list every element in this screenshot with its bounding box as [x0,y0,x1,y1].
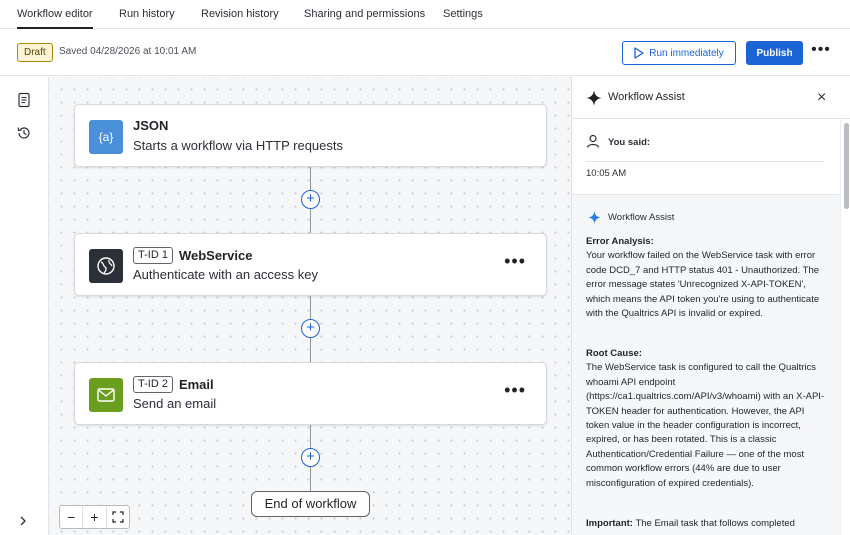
user-message: You said: [572,119,840,195]
editor-toolbar: Draft Saved 04/28/2026 at 10:01 AM Run i… [0,29,850,76]
node-subtitle: Starts a workflow via HTTP requests [133,138,343,153]
node-subtitle: Authenticate with an access key [133,267,318,282]
scrollbar-thumb[interactable] [844,123,849,209]
you-said-label: You said: [608,137,651,148]
run-immediately-button[interactable]: Run immediately [622,41,736,65]
left-sidebar [0,77,49,535]
add-step-button[interactable]: + [301,448,320,467]
zoom-out-button[interactable]: − [60,506,84,528]
node-title-row: T-ID 2 Email [133,376,214,393]
saved-timestamp: Saved 04/28/2026 at 10:01 AM [59,46,197,57]
tab-run-history[interactable]: Run history [119,0,175,29]
node-title-row: T-ID 1 WebService [133,247,252,264]
important-note: Important: The Email task that follows c… [586,517,828,531]
workflow-node-json[interactable]: {a} JSON Starts a workflow via HTTP requ… [74,104,547,167]
workflow-node-webservice[interactable]: T-ID 1 WebService Authenticate with an a… [74,233,547,296]
assist-label: Workflow Assist [608,212,675,223]
task-id-badge: T-ID 2 [133,376,173,393]
node-title: JSON [133,118,169,133]
globe-icon [89,249,123,283]
end-of-workflow-label: End of workflow [251,491,370,517]
document-icon[interactable] [16,92,32,108]
status-badge: Draft [17,43,53,62]
zoom-in-button[interactable]: + [83,506,107,528]
sparkle-icon [586,90,602,106]
error-analysis-text: Your workflow failed on the WebService t… [586,250,820,320]
chevron-right-icon[interactable] [17,515,29,527]
user-icon [586,134,600,148]
node-more-icon[interactable]: ••• [504,381,526,399]
node-subtitle: Send an email [133,396,217,411]
error-analysis: Error Analysis: Your workflow failed on … [586,235,828,321]
top-tab-bar: Workflow editor Run history Revision his… [0,0,850,29]
important-text: The Email task that follows completed [635,518,795,529]
close-icon[interactable]: × [817,89,826,107]
workflow-canvas[interactable]: {a} JSON Starts a workflow via HTTP requ… [49,77,571,535]
workflow-assist-panel: Workflow Assist × You said: 10:05 AM Wor… [571,77,850,535]
error-analysis-heading: Error Analysis: [586,236,654,247]
add-step-button[interactable]: + [301,190,320,209]
play-icon [634,47,644,59]
divider [586,161,824,162]
zoom-controls: − + [59,505,130,529]
tab-revision-history[interactable]: Revision history [201,0,279,29]
envelope-icon [89,378,123,412]
panel-scrollbar[interactable] [840,119,850,535]
panel-title: Workflow Assist [608,91,685,103]
workflow-node-email[interactable]: T-ID 2 Email Send an email ••• [74,362,547,425]
publish-button[interactable]: Publish [746,41,803,65]
important-heading: Important: [586,518,633,529]
more-options-icon[interactable]: ••• [811,42,831,63]
task-id-badge: T-ID 1 [133,247,173,264]
tab-sharing-and-permissions[interactable]: Sharing and permissions [304,0,425,29]
tab-settings[interactable]: Settings [443,0,483,29]
node-title: WebService [178,248,253,263]
root-cause: Root Cause: The WebService task is confi… [586,347,828,491]
add-step-button[interactable]: + [301,319,320,338]
node-title-row: JSON [133,118,168,133]
root-cause-heading: Root Cause: [586,348,642,359]
tab-workflow-editor[interactable]: Workflow editor [17,0,93,29]
root-cause-text: The WebService task is configured to cal… [586,362,825,489]
history-icon[interactable] [16,125,32,141]
fit-to-screen-button[interactable] [107,506,129,528]
node-title: Email [178,377,214,392]
json-braces-icon: {a} [89,120,123,154]
panel-header: Workflow Assist × [572,77,850,119]
node-more-icon[interactable]: ••• [504,252,526,270]
assist-response: Workflow Assist Error Analysis: Your wor… [572,195,840,535]
fit-screen-icon [112,511,124,523]
assist-sparkle-icon [588,211,601,224]
run-immediately-label: Run immediately [649,47,724,59]
message-time: 10:05 AM [586,168,627,179]
